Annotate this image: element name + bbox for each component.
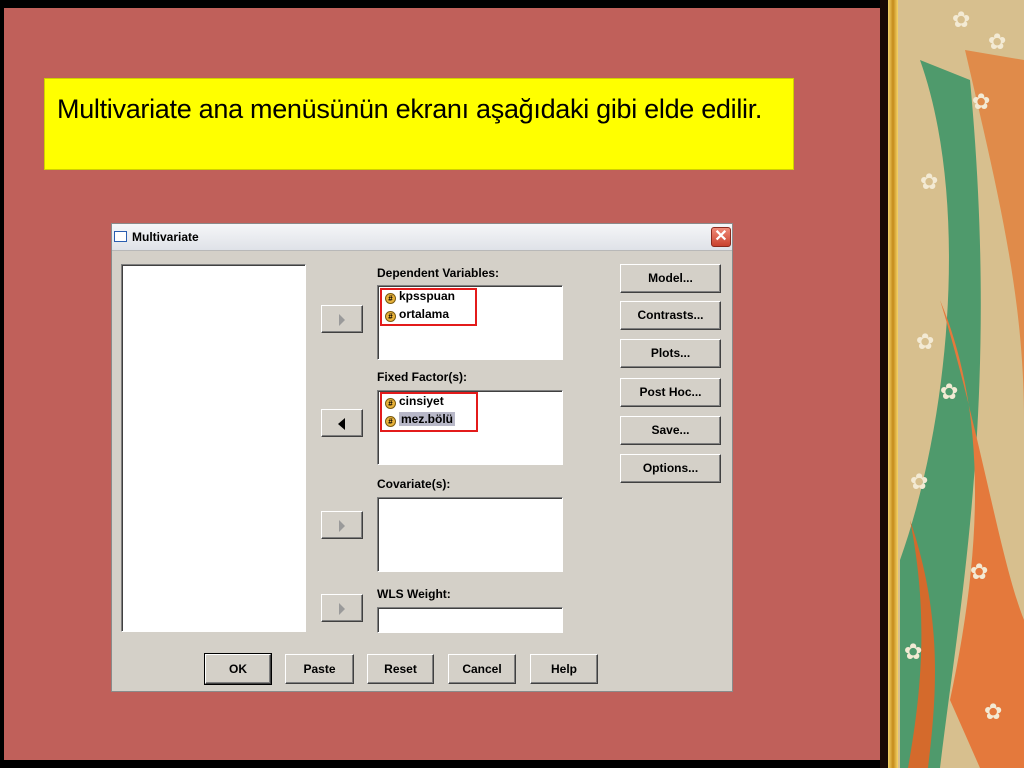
covariates-label: Covariate(s): [377,477,451,491]
window-icon [114,231,127,242]
ok-button[interactable]: OK [204,653,272,685]
arrow-right-icon [339,520,345,532]
help-button[interactable]: Help [530,654,598,684]
multivariate-dialog: Multivariate ✕ Dependent Variables: # kps… [111,223,733,692]
decorative-side-panel: ✿ ✿ ✿ ✿ ✿ ✿ ✿ ✿ ✿ ✿ [880,0,1024,768]
arrow-left-icon [338,418,345,430]
close-button[interactable]: ✕ [711,227,731,247]
move-from-fixed-button[interactable] [321,409,363,437]
slide-frame-left [0,0,4,768]
flower-ornament-icon: ✿ [972,90,991,115]
slide-frame-top [0,0,880,8]
plots-button[interactable]: Plots... [620,339,721,368]
close-icon: ✕ [714,228,728,245]
fixed-highlight-box [380,392,478,432]
wls-weight-field[interactable] [377,607,563,633]
slide-frame-bottom [0,760,880,768]
covariates-list[interactable] [377,497,563,572]
dependent-highlight-box [380,288,477,326]
model-button[interactable]: Model... [620,264,721,293]
contrasts-button[interactable]: Contrasts... [620,301,721,330]
flower-ornament-icon: ✿ [916,330,935,355]
flower-ornament-icon: ✿ [940,380,959,405]
dialog-titlebar[interactable]: Multivariate ✕ [112,224,732,251]
slide-caption: Multivariate ana menüsünün ekranı aşağıd… [44,78,794,170]
paste-button[interactable]: Paste [285,654,354,684]
flower-ornament-icon: ✿ [984,700,1003,725]
move-to-dependent-button[interactable] [321,305,363,333]
wls-weight-label: WLS Weight: [377,587,451,601]
flower-ornament-icon: ✿ [904,640,923,665]
reset-button[interactable]: Reset [367,654,434,684]
flower-ornament-icon: ✿ [910,470,929,495]
flower-ornament-icon: ✿ [970,560,989,585]
flower-ornament-icon: ✿ [920,170,939,195]
save-button[interactable]: Save... [620,416,721,445]
source-variable-list[interactable] [121,264,306,632]
move-to-covariate-button[interactable] [321,511,363,539]
flower-ornament-icon: ✿ [952,8,971,33]
post-hoc-button[interactable]: Post Hoc... [620,378,721,407]
fixed-factors-label: Fixed Factor(s): [377,370,468,384]
move-to-wls-button[interactable] [321,594,363,622]
arrow-right-icon [339,603,345,615]
dependent-variables-label: Dependent Variables: [377,266,500,280]
dialog-title: Multivariate [132,230,199,244]
arrow-right-icon [339,314,345,326]
cancel-button[interactable]: Cancel [448,654,516,684]
options-button[interactable]: Options... [620,454,721,483]
flower-ornament-icon: ✿ [988,30,1007,55]
